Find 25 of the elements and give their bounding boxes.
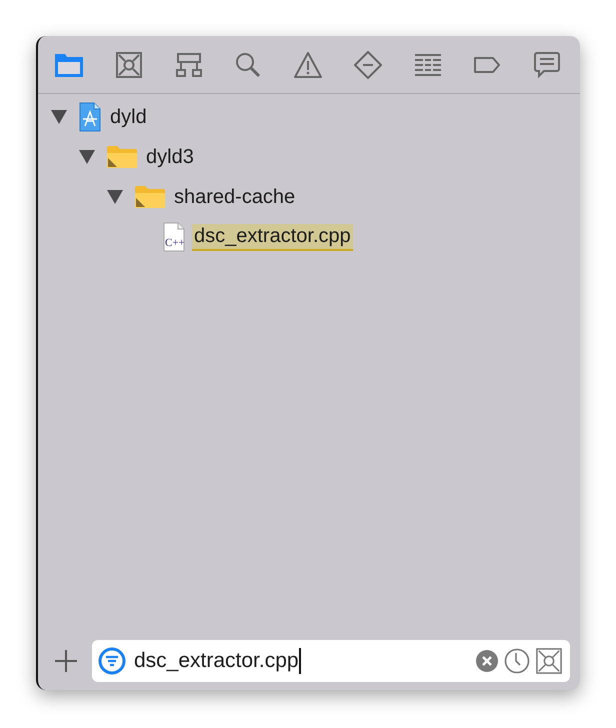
tree-item[interactable]: dsc_extractor.cpp [192,224,353,250]
add-button[interactable] [54,649,78,673]
list-icon [414,52,442,76]
breakpoint-box-icon[interactable] [536,648,562,674]
folder-icon [106,145,138,169]
expanded-triangle-icon[interactable] [78,149,96,165]
breakpoint-box-icon [114,50,143,78]
search-icon [234,50,262,78]
warning-icon [293,50,323,78]
clear-icon[interactable] [476,650,498,672]
diamond-minus-icon [352,50,383,80]
clock-icon[interactable] [504,648,530,674]
tag-icon [473,54,502,74]
filter-icon[interactable] [98,647,126,675]
cpp-file-icon: C++ [162,222,186,252]
expanded-triangle-icon[interactable] [106,189,124,205]
folder-icon [134,185,166,209]
hierarchy-icon [174,50,202,78]
project-file-icon [78,102,102,132]
tree-item[interactable]: dyld3 [144,144,196,170]
tree-item[interactable]: dyld [108,104,149,130]
tree-item[interactable]: shared-cache [172,184,298,210]
filter-field[interactable]: dsc_extractor.cpp [92,640,570,682]
expanded-triangle-icon[interactable] [50,109,68,125]
speech-bubble-icon [533,50,561,78]
